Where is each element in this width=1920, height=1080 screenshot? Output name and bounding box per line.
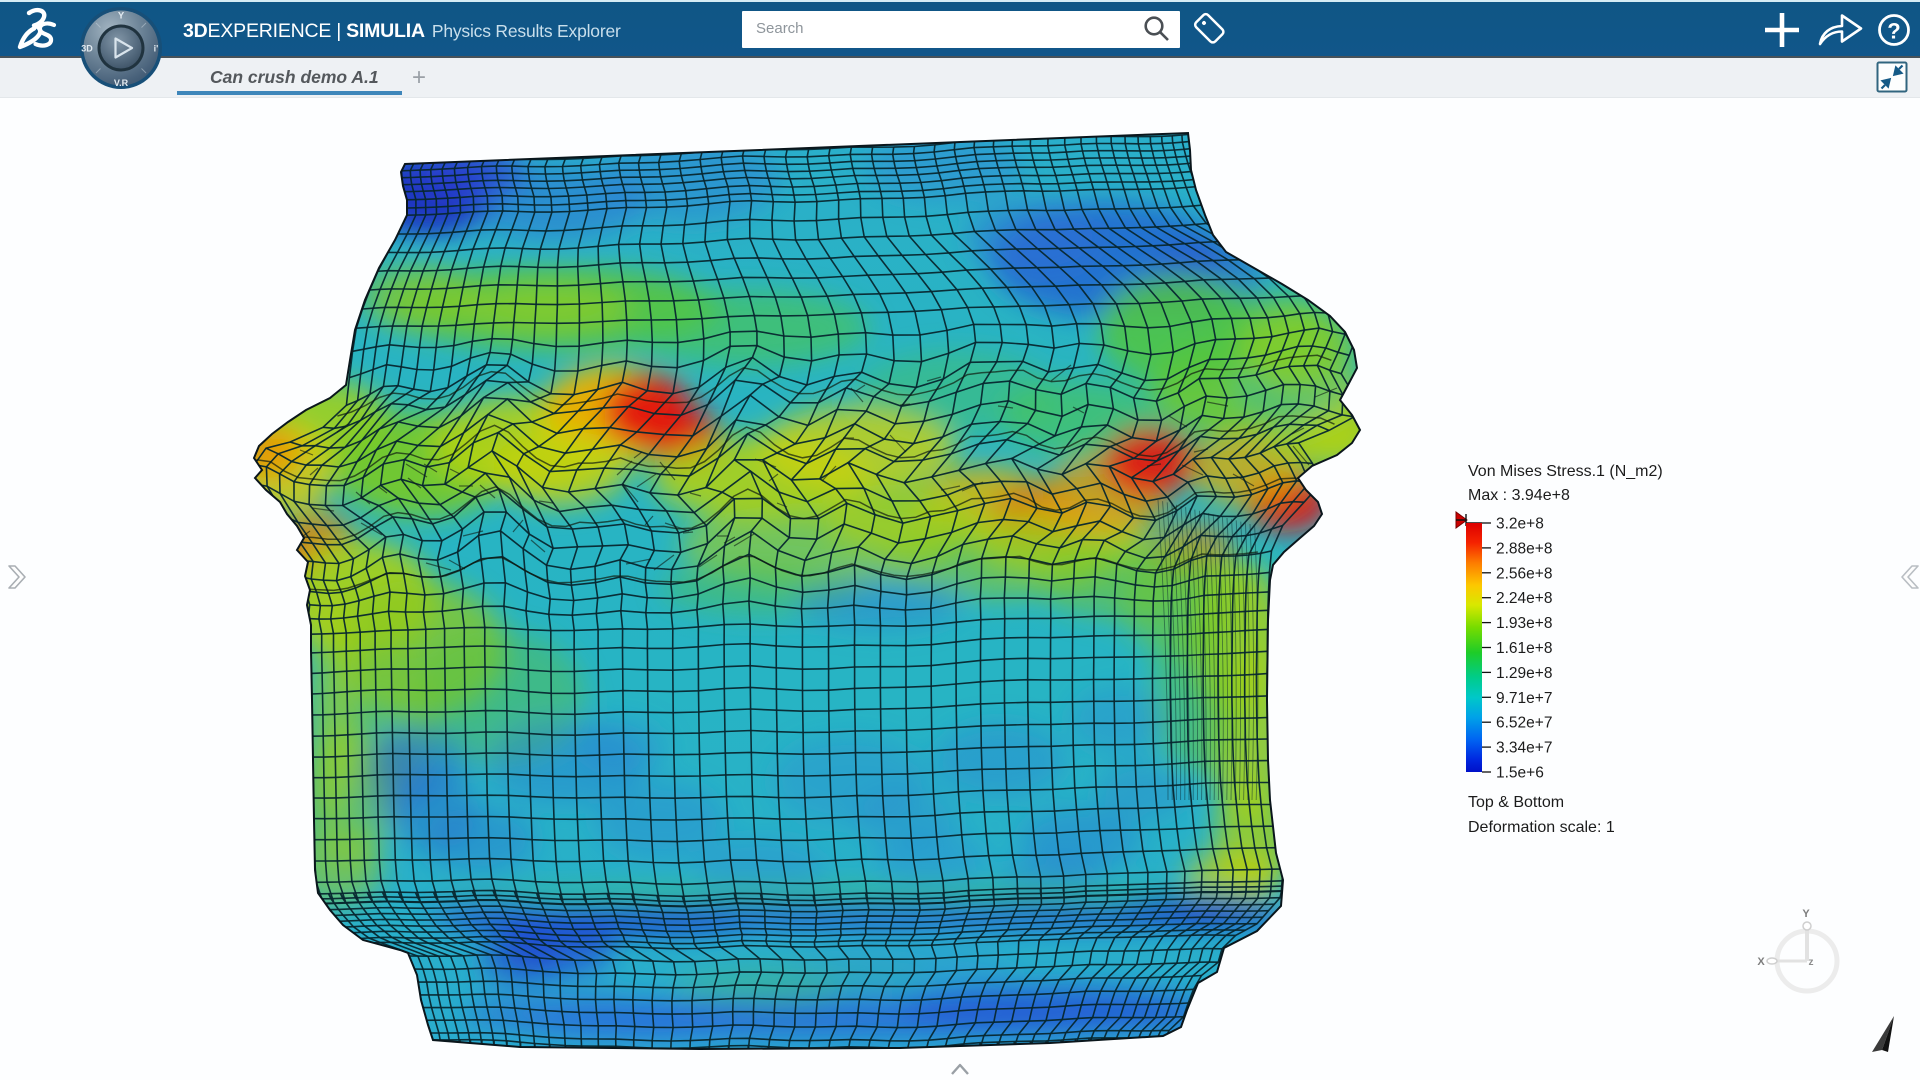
svg-text:1.93e+8: 1.93e+8 <box>1496 615 1552 632</box>
svg-text:3D: 3D <box>81 44 93 54</box>
svg-text:V.R: V.R <box>114 78 129 88</box>
svg-text:Y: Y <box>1802 908 1810 920</box>
svg-text:3DEXPERIENCE|SIMULIAPhysics Re: 3DEXPERIENCE|SIMULIAPhysics Results Expl… <box>183 20 621 42</box>
svg-text:6.52e+7: 6.52e+7 <box>1496 715 1552 732</box>
svg-text:1.29e+8: 1.29e+8 <box>1496 665 1552 682</box>
svg-text:Y: Y <box>118 11 125 22</box>
svg-text:i': i' <box>154 44 159 54</box>
svg-text:X: X <box>1757 956 1765 968</box>
svg-text:1.61e+8: 1.61e+8 <box>1496 640 1552 657</box>
svg-text:Von Mises Stress.1 (N_m2): Von Mises Stress.1 (N_m2) <box>1468 463 1663 480</box>
svg-text:Top & Bottom: Top & Bottom <box>1468 794 1564 811</box>
svg-text:2.24e+8: 2.24e+8 <box>1496 590 1552 607</box>
svg-text:z: z <box>1809 957 1814 968</box>
svg-text:Max : 3.94e+8: Max : 3.94e+8 <box>1468 487 1570 504</box>
svg-text:9.71e+7: 9.71e+7 <box>1496 690 1552 707</box>
svg-text:?: ? <box>1887 19 1900 44</box>
svg-text:1.5e+6: 1.5e+6 <box>1496 765 1544 782</box>
svg-text:3.2e+8: 3.2e+8 <box>1496 516 1544 533</box>
svg-text:2.56e+8: 2.56e+8 <box>1496 565 1552 582</box>
svg-text:3.34e+7: 3.34e+7 <box>1496 740 1552 757</box>
svg-text:Deformation scale: 1: Deformation scale: 1 <box>1468 819 1615 836</box>
svg-text:2.88e+8: 2.88e+8 <box>1496 540 1552 557</box>
